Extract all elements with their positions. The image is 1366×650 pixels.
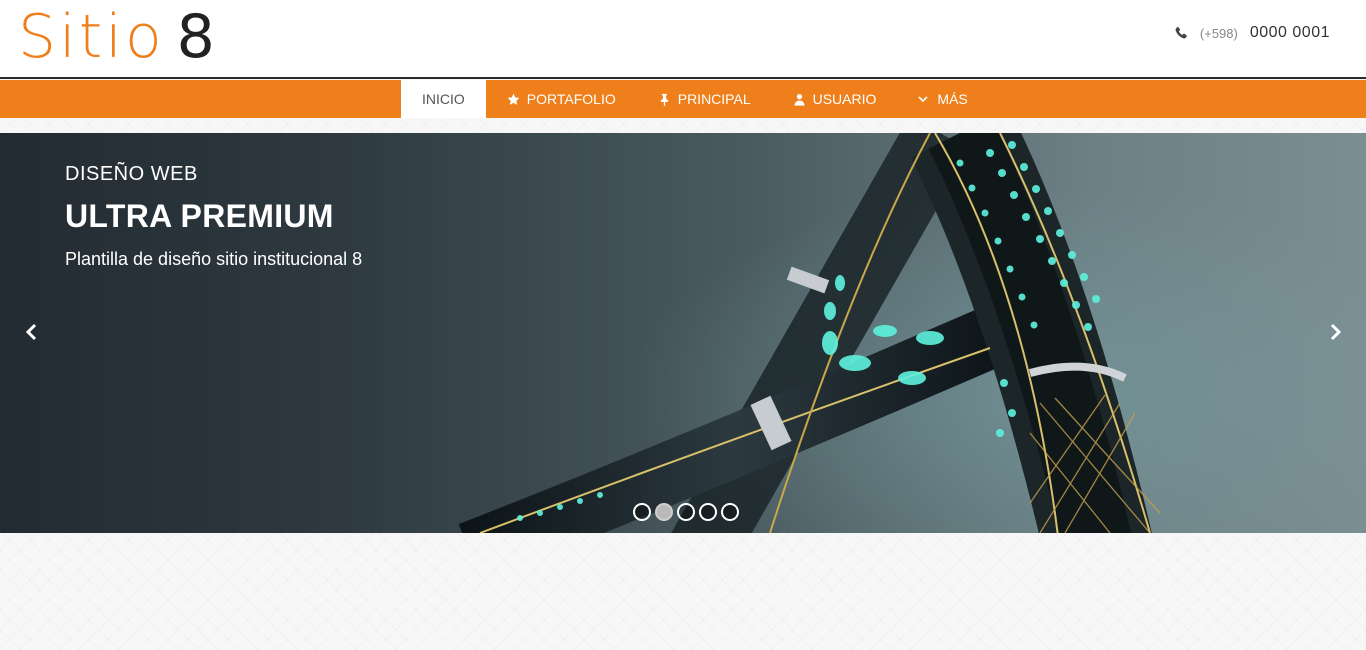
chevron-down-icon (918, 96, 928, 103)
nav-item-label: PORTAFOLIO (526, 91, 616, 107)
slide-caption: DISEÑO WEB ULTRA PREMIUM Plantilla de di… (65, 163, 362, 270)
star-icon (507, 93, 520, 105)
logo-number: 8 (176, 2, 218, 72)
hero-slider: DISEÑO WEB ULTRA PREMIUM Plantilla de di… (0, 133, 1366, 533)
nav-item-label: USUARIO (812, 91, 877, 107)
pin-icon (660, 93, 668, 106)
nav-item-inicio[interactable]: INICIO (401, 80, 486, 118)
site-header: Sitio 8 (+598) 0000 0001 (0, 0, 1366, 79)
slider-dot-5[interactable] (721, 503, 739, 521)
user-icon (794, 93, 805, 106)
nav-item-label: MÁS (937, 91, 968, 107)
site-logo[interactable]: Sitio 8 (18, 4, 218, 70)
chevron-left-icon[interactable] (21, 321, 43, 343)
phone-prefix: (+598) (1199, 25, 1238, 41)
slider-dot-4[interactable] (699, 503, 717, 521)
slide-kicker: DISEÑO WEB (65, 163, 198, 185)
phone-icon (1175, 26, 1187, 39)
nav-item-principal[interactable]: PRINCIPAL (637, 80, 772, 118)
nav-item-mas[interactable]: MÁS (897, 80, 988, 118)
slider-dot-1[interactable] (633, 503, 651, 521)
chevron-right-icon[interactable] (1324, 321, 1346, 343)
slider-pagination (633, 503, 739, 521)
phone-contact: (+598) 0000 0001 (1174, 24, 1330, 42)
phone-number[interactable]: 0000 0001 (1250, 24, 1330, 42)
slide-subtitle: Plantilla de diseño sitio institucional … (65, 249, 363, 269)
logo-word: Sitio (18, 2, 165, 72)
slide-title: ULTRA PREMIUM (65, 198, 334, 234)
slider-dot-2[interactable] (655, 503, 673, 521)
nav-item-usuario[interactable]: USUARIO (772, 80, 898, 118)
nav-item-label: PRINCIPAL (677, 91, 751, 107)
nav-item-label: INICIO (422, 91, 465, 107)
main-nav: INICIO PORTAFOLIO PRINCIPAL USUARIO MÁS (0, 80, 1366, 118)
slider-dot-3[interactable] (677, 503, 695, 521)
nav-item-portafolio[interactable]: PORTAFOLIO (486, 80, 637, 118)
